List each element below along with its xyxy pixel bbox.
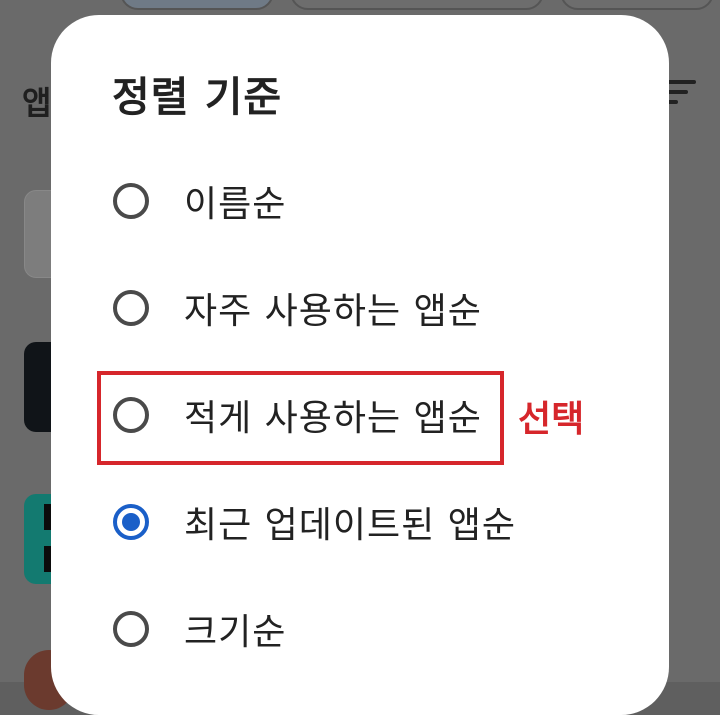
filter-chip	[290, 0, 544, 10]
option-label: 자주 사용하는 앱순	[184, 291, 482, 332]
dialog-title: 정렬 기준	[112, 73, 283, 121]
sort-option-most-used[interactable]: 자주 사용하는 앱순	[113, 268, 633, 348]
option-label: 크기순	[184, 612, 287, 653]
radio-button[interactable]	[113, 504, 149, 540]
annotation-highlight-box	[97, 371, 504, 465]
filter-chip	[120, 0, 274, 10]
section-label: 앱	[22, 84, 52, 122]
option-label: 이름순	[184, 184, 287, 225]
radio-button[interactable]	[113, 290, 149, 326]
annotation-label: 선택	[518, 399, 585, 440]
sort-option-name[interactable]: 이름순	[113, 161, 633, 241]
radio-button[interactable]	[113, 611, 149, 647]
sort-option-recently-updated[interactable]: 최근 업데이트된 앱순	[113, 482, 633, 562]
sort-dialog: 정렬 기준 이름순 자주 사용하는 앱순 적게 사용하는 앱순 최근 업데이트된…	[51, 15, 669, 715]
sort-option-size[interactable]: 크기순	[113, 589, 633, 669]
option-label: 최근 업데이트된 앱순	[184, 505, 516, 546]
radio-button[interactable]	[113, 183, 149, 219]
filter-chip	[560, 0, 714, 10]
